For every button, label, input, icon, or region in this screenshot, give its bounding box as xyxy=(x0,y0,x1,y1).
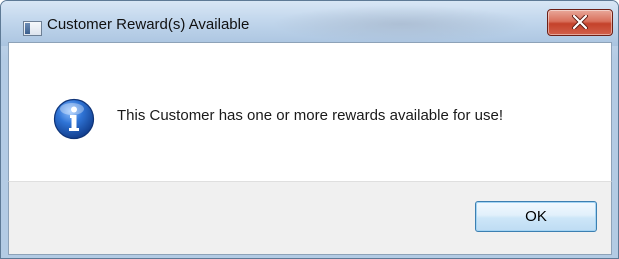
close-button[interactable] xyxy=(547,9,613,36)
dialog-message: This Customer has one or more rewards av… xyxy=(117,107,504,124)
dialog-window: Customer Reward(s) Available This Custom… xyxy=(0,0,619,259)
title-bar[interactable]: Customer Reward(s) Available xyxy=(1,1,618,46)
ok-button[interactable]: OK xyxy=(475,201,597,232)
message-area: This Customer has one or more rewards av… xyxy=(8,42,612,182)
window-title: Customer Reward(s) Available xyxy=(47,16,250,33)
button-panel: OK xyxy=(8,181,612,255)
title-bar-glass xyxy=(271,5,531,43)
information-icon xyxy=(53,98,95,140)
close-x-icon xyxy=(572,15,588,29)
application-window-icon[interactable] xyxy=(23,21,42,36)
